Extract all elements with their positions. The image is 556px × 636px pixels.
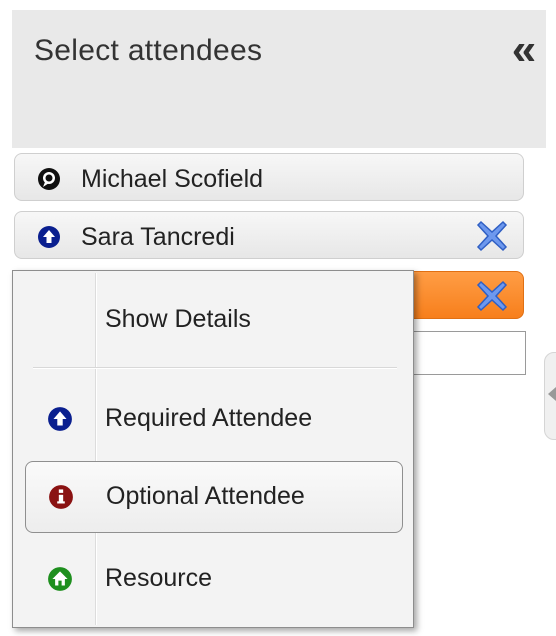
- required-attendee-icon: [48, 407, 72, 431]
- attendee-context-menu: Show Details Required Attendee Optional …: [12, 270, 414, 628]
- menu-item-label: Show Details: [105, 305, 251, 333]
- panel-title: Select attendees: [34, 34, 263, 67]
- required-attendee-icon: [38, 226, 60, 248]
- attendee-name: Michael Scofield: [81, 165, 264, 193]
- menu-separator: [33, 367, 397, 369]
- menu-item-show-details[interactable]: Show Details: [25, 284, 403, 356]
- remove-attendee-icon[interactable]: [475, 219, 509, 253]
- attendee-item[interactable]: Sara Tancredi: [14, 211, 524, 259]
- attendee-item[interactable]: Michael Scofield: [14, 153, 524, 201]
- attendee-panel-header: Select attendees «: [12, 10, 546, 148]
- menu-item-resource[interactable]: Resource: [25, 543, 403, 615]
- resource-icon: [48, 567, 72, 591]
- menu-item-optional-attendee[interactable]: Optional Attendee: [25, 461, 403, 533]
- attendee-name: Sara Tancredi: [81, 223, 235, 251]
- attendee-input[interactable]: [402, 331, 526, 375]
- menu-item-label: Required Attendee: [105, 404, 313, 432]
- menu-item-required-attendee[interactable]: Required Attendee: [25, 383, 403, 455]
- side-panel-tab[interactable]: [544, 352, 556, 440]
- chevron-left-icon: [548, 387, 556, 401]
- remove-attendee-icon[interactable]: [475, 279, 509, 313]
- organizer-icon: [38, 168, 60, 190]
- menu-item-label: Resource: [105, 564, 212, 592]
- optional-attendee-icon: [49, 485, 73, 509]
- menu-item-label: Optional Attendee: [106, 482, 305, 510]
- collapse-icon[interactable]: «: [504, 28, 544, 72]
